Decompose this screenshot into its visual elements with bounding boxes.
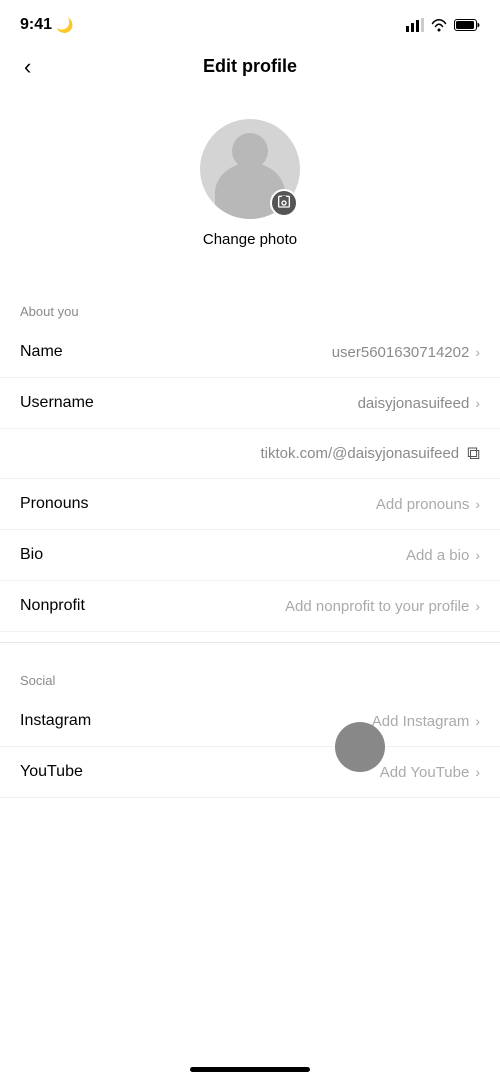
- tiktok-url-text: tiktok.com/@daisyjonasuifeed: [260, 445, 459, 462]
- name-label: Name: [20, 343, 63, 361]
- username-value: daisyjonasuifeed: [358, 395, 470, 412]
- username-row[interactable]: Username daisyjonasuifeed ›: [0, 378, 500, 429]
- nonprofit-value-container: Add nonprofit to your profile ›: [285, 598, 480, 615]
- youtube-chevron-icon: ›: [475, 764, 480, 780]
- wifi-icon: [430, 18, 448, 32]
- username-chevron-icon: ›: [475, 395, 480, 411]
- bio-label: Bio: [20, 546, 43, 564]
- youtube-row[interactable]: YouTube Add YouTube ›: [0, 747, 500, 798]
- scroll-handle: [335, 722, 385, 772]
- bio-row[interactable]: Bio Add a bio ›: [0, 530, 500, 581]
- bio-value-container: Add a bio ›: [406, 547, 480, 564]
- status-bar: 9:41 🌙: [0, 0, 500, 44]
- tiktok-url-row: tiktok.com/@daisyjonasuifeed ⧉: [0, 429, 500, 479]
- page-title: Edit profile: [203, 56, 297, 77]
- nonprofit-label: Nonprofit: [20, 597, 85, 615]
- avatar-container[interactable]: [200, 119, 300, 219]
- change-photo-button[interactable]: Change photo: [203, 231, 297, 248]
- instagram-chevron-icon: ›: [475, 713, 480, 729]
- nonprofit-chevron-icon: ›: [475, 598, 480, 614]
- instagram-row[interactable]: Instagram Add Instagram ›: [0, 696, 500, 747]
- nav-bar: ‹ Edit profile: [0, 44, 500, 89]
- camera-icon: [276, 195, 292, 211]
- copy-icon[interactable]: ⧉: [467, 443, 480, 464]
- youtube-label: YouTube: [20, 763, 83, 781]
- youtube-value: Add YouTube: [380, 764, 470, 781]
- battery-icon: [454, 18, 480, 32]
- instagram-value: Add Instagram: [372, 713, 470, 730]
- pronouns-value: Add pronouns: [376, 496, 469, 513]
- status-time: 9:41 🌙: [20, 16, 73, 34]
- profile-section: Change photo: [0, 89, 500, 268]
- pronouns-row[interactable]: Pronouns Add pronouns ›: [0, 479, 500, 530]
- back-button[interactable]: ‹: [16, 50, 39, 84]
- youtube-value-container: Add YouTube ›: [380, 764, 480, 781]
- home-indicator: [190, 1067, 310, 1072]
- username-value-container: daisyjonasuifeed ›: [358, 395, 480, 412]
- status-icons: [406, 18, 480, 32]
- moon-icon: 🌙: [56, 17, 73, 34]
- pronouns-value-container: Add pronouns ›: [376, 496, 480, 513]
- camera-badge: [270, 189, 298, 217]
- about-you-section-label: About you: [0, 288, 500, 327]
- social-section-label: Social: [0, 653, 500, 696]
- name-chevron-icon: ›: [475, 344, 480, 360]
- name-value-container: user5601630714202 ›: [332, 344, 480, 361]
- instagram-value-container: Add Instagram ›: [372, 713, 480, 730]
- bio-value: Add a bio: [406, 547, 469, 564]
- instagram-label: Instagram: [20, 712, 91, 730]
- section-divider: [0, 642, 500, 643]
- name-value: user5601630714202: [332, 344, 470, 361]
- avatar-head: [232, 133, 268, 169]
- username-label: Username: [20, 394, 94, 412]
- nonprofit-value: Add nonprofit to your profile: [285, 598, 469, 615]
- bio-chevron-icon: ›: [475, 547, 480, 563]
- pronouns-label: Pronouns: [20, 495, 89, 513]
- name-row[interactable]: Name user5601630714202 ›: [0, 327, 500, 378]
- nonprofit-row[interactable]: Nonprofit Add nonprofit to your profile …: [0, 581, 500, 632]
- pronouns-chevron-icon: ›: [475, 496, 480, 512]
- signal-icon: [406, 18, 424, 32]
